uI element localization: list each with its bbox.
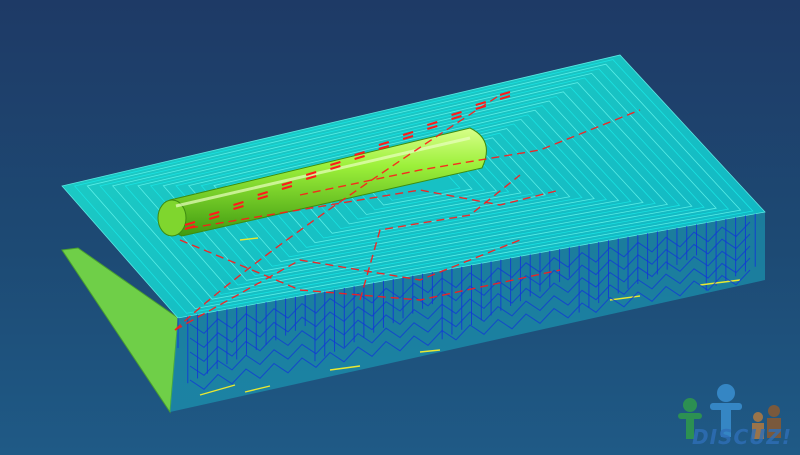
watermark-text: DISCUZ! — [692, 425, 792, 449]
discuz-watermark: DISCUZ! — [670, 375, 800, 455]
cam-3d-viewport[interactable]: DISCUZ! — [0, 0, 800, 455]
